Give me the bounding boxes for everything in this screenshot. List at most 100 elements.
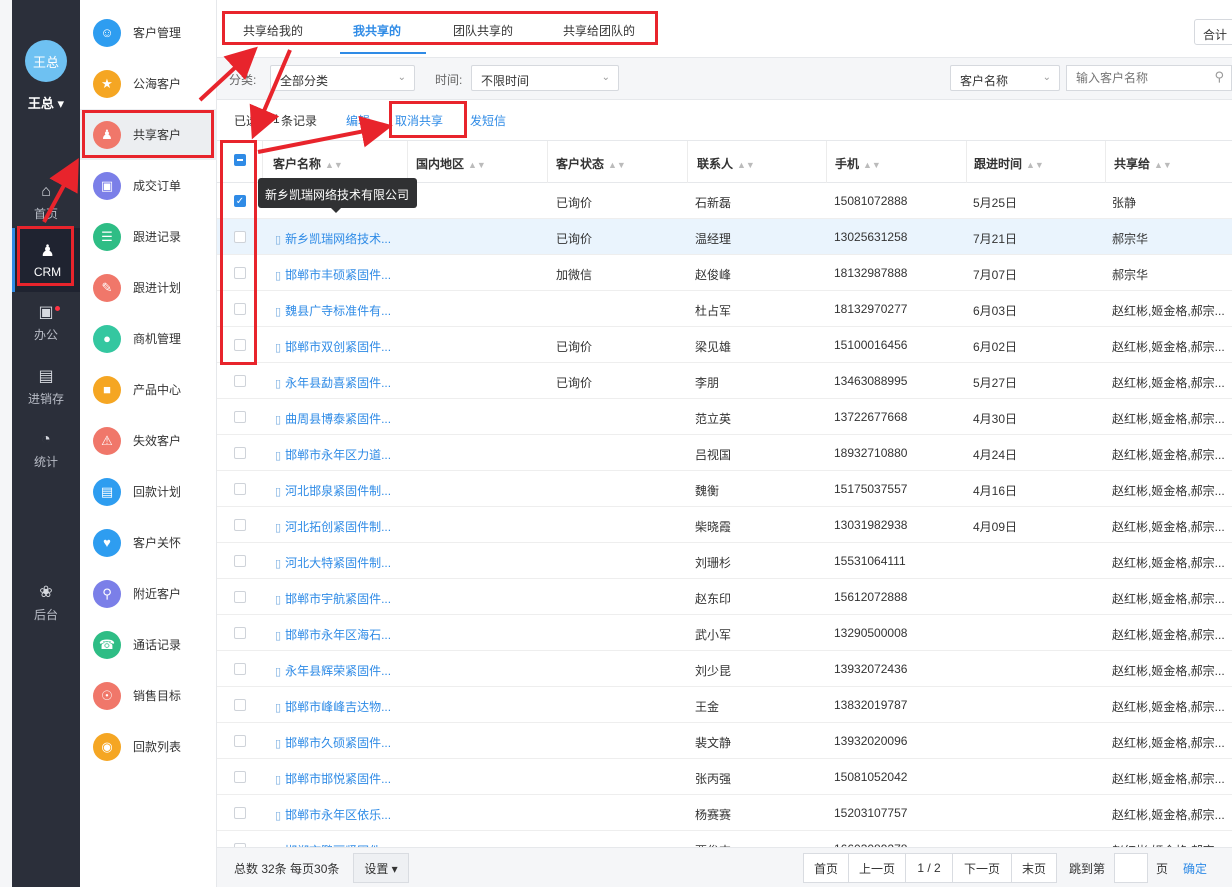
search-field-select[interactable]: 客户名称 ⌄ bbox=[950, 65, 1060, 91]
customer-name-link[interactable]: ▯ 河北大特紧固件制... bbox=[275, 554, 400, 571]
table-row[interactable]: ▯ 邯郸市双创紧固件... 已询价 梁见雄 15100016456 6月02日 赵红彬,姬金… bbox=[217, 327, 1232, 363]
search-input[interactable] bbox=[1066, 65, 1232, 91]
table-row[interactable]: ▯ 河北大特紧固件制... 刘珊杉 15531064111 赵红彬,姬金格,郝宗... bbox=[217, 543, 1232, 579]
row-checkbox[interactable] bbox=[234, 411, 246, 423]
submenu-item[interactable]: ● 商机管理 bbox=[80, 313, 217, 364]
submenu-item[interactable]: ⚠ 失效客户 bbox=[80, 415, 217, 466]
settings-dropdown[interactable]: 设置 ▾ bbox=[353, 853, 409, 883]
submenu-item[interactable]: ☰ 跟进记录 bbox=[80, 211, 217, 262]
row-checkbox[interactable] bbox=[234, 519, 246, 531]
user-name-menu[interactable]: 王总 ▾ bbox=[12, 93, 80, 112]
table-row[interactable]: ▯ 邯郸市邯悦紧固件... 张丙强 15081052042 赵红彬,姬金格,郝宗... bbox=[217, 759, 1232, 795]
user-avatar[interactable]: 王总 bbox=[25, 40, 67, 82]
customer-name-link[interactable]: ▯ 邯郸市双创紧固件... bbox=[275, 338, 400, 355]
customer-name-link[interactable]: ▯ 邯郸市久硕紧固件... bbox=[275, 734, 400, 751]
row-checkbox[interactable] bbox=[234, 663, 246, 675]
nav-item-inventory[interactable]: ▤ 进销存 bbox=[12, 354, 80, 418]
column-header-followup-time[interactable]: 跟进时间 ▲▼ bbox=[974, 155, 1044, 172]
table-row[interactable]: ▯ 邯郸市丰硕紧固件... 加微信 赵俊峰 18132987888 7月07日 郝宗华 bbox=[217, 255, 1232, 291]
customer-name-link[interactable]: ▯ 邯郸市邯悦紧固件... bbox=[275, 770, 400, 787]
customer-name-link[interactable]: ▯ 曲周县博泰紧固件... bbox=[275, 410, 400, 427]
table-row[interactable]: ▯ 邯郸市永年区力道... 吕视国 18932710880 4月24日 赵红彬,姬金格,郝… bbox=[217, 435, 1232, 471]
cell-contact: 杨赛赛 bbox=[695, 808, 732, 822]
first-page-button[interactable]: 首页 bbox=[803, 853, 849, 883]
time-select[interactable]: 不限时间 ⌄ bbox=[471, 65, 619, 91]
table-row[interactable]: ▯ 河北邯泉紧固件制... 魏衡 15175037557 4月16日 赵红彬,姬金格,郝宗… bbox=[217, 471, 1232, 507]
customer-name-link[interactable]: ▯ 新乡凯瑞网络技术... bbox=[275, 230, 400, 247]
row-checkbox[interactable] bbox=[234, 627, 246, 639]
submenu-item[interactable]: ☉ 销售目标 bbox=[80, 670, 217, 721]
submenu-item[interactable]: ♥ 客户关怀 bbox=[80, 517, 217, 568]
nav-item-home[interactable]: ⌂ 首页 bbox=[12, 170, 80, 234]
nav-item-office[interactable]: ▣ 办公 bbox=[12, 290, 80, 354]
next-page-button[interactable]: 下一页 bbox=[952, 853, 1012, 883]
table-row[interactable]: ▯ 永年县辉荣紧固件... 刘少昆 13932072436 赵红彬,姬金格,郝宗... bbox=[217, 651, 1232, 687]
customer-name-link[interactable]: ▯ 河北邯泉紧固件制... bbox=[275, 482, 400, 499]
customer-name-link[interactable]: ▯ 永年县辉荣紧固件... bbox=[275, 662, 400, 679]
column-header-name[interactable]: 客户名称 ▲▼ bbox=[273, 155, 343, 172]
total-button[interactable]: 合计 bbox=[1194, 19, 1232, 45]
row-checkbox[interactable] bbox=[234, 771, 246, 783]
submenu-item[interactable]: ■ 产品中心 bbox=[80, 364, 217, 415]
submenu-item[interactable]: ▤ 回款计划 bbox=[80, 466, 217, 517]
customer-name-link[interactable]: ▯ 魏县广寺标准件有... bbox=[275, 302, 400, 319]
customer-name-link[interactable]: ▯ 邯郸市永年区依乐... bbox=[275, 806, 400, 823]
row-checkbox[interactable] bbox=[234, 807, 246, 819]
column-header-region[interactable]: 国内地区 ▲▼ bbox=[416, 155, 486, 172]
customer-name-link[interactable]: ▯ 邯郸市宇航紧固件... bbox=[275, 590, 400, 607]
cell-contact: 柴晓霞 bbox=[695, 520, 732, 534]
submenu-item[interactable]: ⚲ 附近客户 bbox=[80, 568, 217, 619]
search-icon[interactable]: ⚲ bbox=[1214, 69, 1224, 85]
table-row[interactable]: ▯ 邯郸市峰峰吉达物... 王金 13832019787 赵红彬,姬金格,郝宗... bbox=[217, 687, 1232, 723]
prev-page-button[interactable]: 上一页 bbox=[848, 853, 906, 883]
row-checkbox[interactable] bbox=[234, 735, 246, 747]
table-row[interactable]: ▯ 邯郸市宇航紧固件... 赵东印 15612072888 赵红彬,姬金格,郝宗... bbox=[217, 579, 1232, 615]
column-header-phone[interactable]: 手机 ▲▼ bbox=[835, 155, 881, 172]
submenu-item[interactable]: ★ 公海客户 bbox=[80, 58, 217, 109]
row-checkbox[interactable] bbox=[234, 591, 246, 603]
row-checkbox[interactable] bbox=[234, 375, 246, 387]
customer-name-link[interactable]: ▯ 邯郸市永年区海石... bbox=[275, 626, 400, 643]
nav-item-stats[interactable]: ◔ 统计 bbox=[12, 418, 80, 482]
submenu-item[interactable]: ☺ 客户管理 bbox=[80, 7, 217, 58]
table-row[interactable]: ▯ 邯郸市久硕紧固件... 裴文静 13932020096 赵红彬,姬金格,郝宗... bbox=[217, 723, 1232, 759]
column-header-status[interactable]: 客户状态 ▲▼ bbox=[556, 155, 626, 172]
edit-button[interactable]: 编辑 bbox=[346, 112, 370, 129]
sort-icon: ▲▼ bbox=[325, 160, 343, 170]
row-checkbox[interactable] bbox=[234, 699, 246, 711]
category-select[interactable]: 全部分类 ⌄ bbox=[270, 65, 415, 91]
cell-phone: 13025631258 bbox=[834, 230, 908, 244]
briefcase-icon: ▣ bbox=[38, 303, 54, 321]
table-row[interactable]: ▯ 永年县勐喜紧固件... 已询价 李朋 13463088995 5月27日 赵红彬,姬金格… bbox=[217, 363, 1232, 399]
table-row[interactable]: ▯邯郸市鹏丽紧固件...贾俊杰16603089278赵红彬,姬金格,郝宗... bbox=[217, 831, 1232, 847]
customer-name-link[interactable]: ▯ 永年县勐喜紧固件... bbox=[275, 374, 400, 391]
table-row[interactable]: ▯ 新乡凯瑞网络技术... 已询价 温经理 13025631258 7月21日 郝宗华 bbox=[217, 219, 1232, 255]
submenu-item[interactable]: ✎ 跟进计划 bbox=[80, 262, 217, 313]
submenu-item[interactable]: ☎ 通话记录 bbox=[80, 619, 217, 670]
customer-name-link[interactable]: ▯ 河北拓创紧固件制... bbox=[275, 518, 400, 535]
last-page-button[interactable]: 末页 bbox=[1011, 853, 1057, 883]
send-sms-button[interactable]: 发短信 bbox=[470, 112, 506, 129]
customer-name-text: 邯郸市永年区力道... bbox=[285, 448, 392, 462]
table-row[interactable]: ▯ 邯郸市永年区海石... 武小军 13290500008 赵红彬,姬金格,郝宗... bbox=[217, 615, 1232, 651]
jump-page-input[interactable] bbox=[1114, 853, 1148, 883]
customer-name-link[interactable]: ▯ 邯郸市峰峰吉达物... bbox=[275, 698, 400, 715]
cell-shared: 赵红彬,姬金格,郝宗... bbox=[1112, 484, 1225, 498]
cell-contact: 刘少昆 bbox=[695, 664, 732, 678]
row-checkbox[interactable] bbox=[234, 555, 246, 567]
row-checkbox[interactable] bbox=[234, 447, 246, 459]
submenu-item[interactable]: ◉ 回款列表 bbox=[80, 721, 217, 772]
customer-name-link[interactable]: ▯ 邯郸市丰硕紧固件... bbox=[275, 266, 400, 283]
jump-confirm-button[interactable]: 确定 bbox=[1183, 860, 1207, 877]
nav-item-backend[interactable]: ❀ 后台 bbox=[12, 570, 80, 634]
column-header-shared-to[interactable]: 共享给 ▲▼ bbox=[1114, 155, 1172, 172]
table-row[interactable]: ▯ 魏县广寺标准件有... 杜占军 18132970277 6月03日 赵红彬,姬金格,郝… bbox=[217, 291, 1232, 327]
row-checkbox[interactable] bbox=[234, 483, 246, 495]
table-row[interactable]: ▯ 曲周县博泰紧固件... 范立英 13722677668 4月30日 赵红彬,姬金格,郝… bbox=[217, 399, 1232, 435]
table-row[interactable]: ▯ 邯郸市永年区依乐... 杨赛赛 15203107757 赵红彬,姬金格,郝宗... bbox=[217, 795, 1232, 831]
customer-name-link[interactable]: ▯ 邯郸市永年区力道... bbox=[275, 446, 400, 463]
cell-contact: 裴文静 bbox=[695, 736, 732, 750]
submenu-item[interactable]: ▣ 成交订单 bbox=[80, 160, 217, 211]
table-row[interactable]: ▯ 河北拓创紧固件制... 柴晓霞 13031982938 4月09日 赵红彬,姬金格,郝… bbox=[217, 507, 1232, 543]
column-header-contact[interactable]: 联系人 ▲▼ bbox=[697, 155, 755, 172]
